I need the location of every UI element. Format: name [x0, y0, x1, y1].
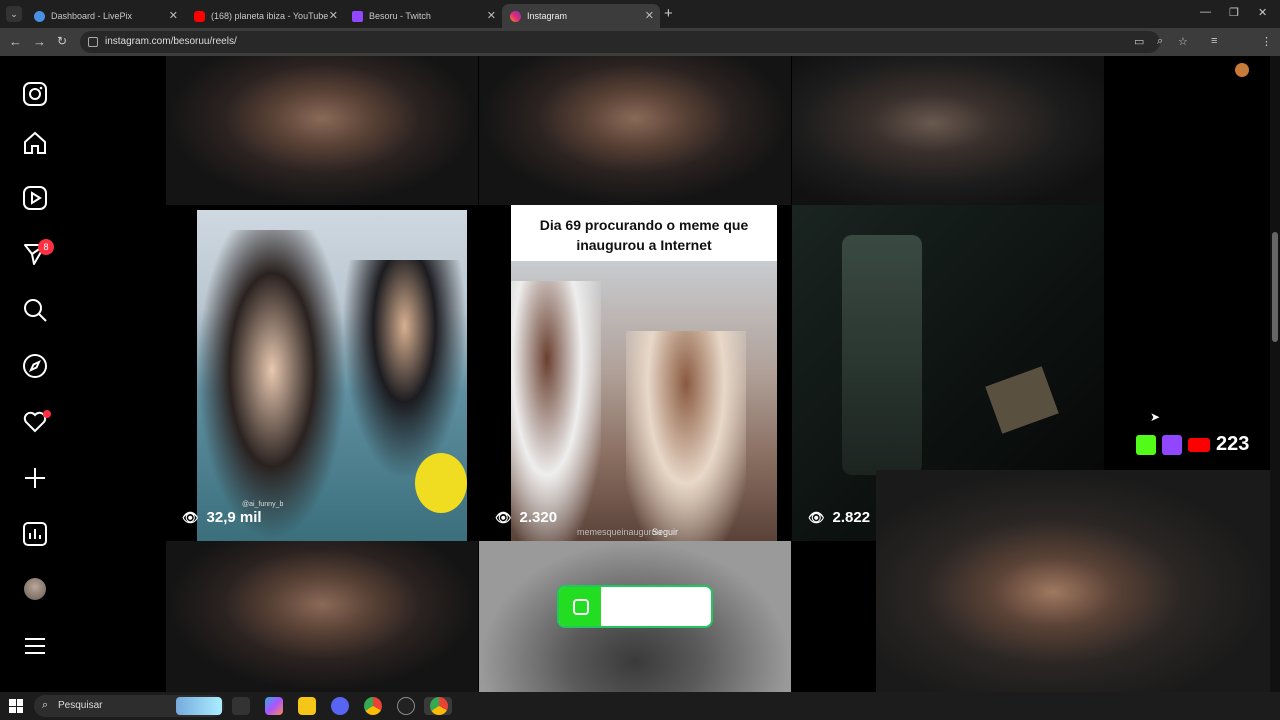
cast-icon[interactable]: ▭: [1134, 35, 1144, 48]
tab-bar: ⌄ Dashboard - LivePix ✕ (168) planeta ib…: [0, 0, 1280, 28]
taskbar: Pesquisar ⌕: [0, 692, 1280, 720]
reel-video-frame: [511, 261, 777, 541]
reel-thumbnail[interactable]: [166, 56, 478, 205]
person-image: [626, 331, 746, 541]
scrollbar[interactable]: [1270, 56, 1280, 692]
meme-caption: Dia 69 procurando o meme que inaugurou a…: [511, 205, 777, 261]
profile-avatar[interactable]: [1235, 63, 1249, 77]
view-count: 👁 32,9 mil: [182, 509, 262, 526]
tab-title: Dashboard - LivePix: [51, 11, 133, 21]
viewer-count-overlay: 223: [1136, 433, 1249, 456]
object-image: [985, 366, 1059, 434]
views-label: 32,9 mil: [206, 509, 262, 526]
reel-account-name[interactable]: memesqueinaugurou: [577, 527, 662, 537]
more-menu-icon[interactable]: [22, 633, 50, 661]
close-icon[interactable]: ✕: [329, 9, 338, 22]
reel-thumbnail[interactable]: @ai_funny_b: [166, 205, 478, 541]
new-tab-button[interactable]: +: [664, 5, 673, 22]
instagram-favicon-icon: [510, 10, 521, 22]
reel-video-frame: [197, 210, 467, 541]
livepix-favicon-icon: [34, 10, 45, 22]
bookmark-star-icon[interactable]: ☆: [1178, 35, 1188, 48]
viewer-count: 223: [1216, 433, 1250, 455]
forward-icon[interactable]: →: [33, 34, 46, 49]
explore-icon[interactable]: [22, 353, 50, 381]
person-image: [197, 230, 347, 541]
url-input[interactable]: instagram.com/besoruu/reels/: [80, 31, 1160, 53]
youtube-favicon-icon: [194, 10, 205, 22]
window-close-button[interactable]: ✕: [1258, 6, 1267, 19]
view-count: 👁 2.320: [495, 509, 557, 526]
tab-twitch[interactable]: Besoru - Twitch ✕: [344, 4, 502, 28]
youtube-icon: [1188, 437, 1210, 452]
tab-title: Besoru - Twitch: [369, 11, 431, 21]
scrollbar-thumb[interactable]: [1272, 232, 1278, 342]
address-bar: ← → ↻ instagram.com/besoruu/reels/ ▭ ⌕ ☆…: [0, 28, 1280, 77]
eye-icon: 👁: [182, 509, 199, 525]
close-icon[interactable]: ✕: [645, 9, 654, 22]
copilot-icon[interactable]: [265, 697, 283, 715]
reel-watermark: @ai_funny_b: [242, 501, 284, 508]
cursor-icon: ➤: [1150, 410, 1161, 424]
tab-youtube[interactable]: (168) planeta ibiza - YouTube ✕: [186, 4, 344, 28]
reading-list-icon[interactable]: ≡: [1211, 35, 1217, 47]
reels-icon[interactable]: [22, 185, 50, 213]
follow-button[interactable]: Seguir: [652, 527, 678, 537]
messages-badge: 8: [38, 239, 54, 255]
restore-button[interactable]: ❐: [1229, 6, 1239, 19]
reload-icon[interactable]: ↻: [57, 34, 67, 48]
discord-icon[interactable]: [331, 697, 349, 715]
tab-title: (168) planeta ibiza - YouTube: [211, 11, 329, 21]
webcam-overlay: [876, 470, 1270, 692]
close-icon[interactable]: ✕: [487, 9, 496, 22]
home-icon[interactable]: [22, 130, 50, 158]
site-info-icon[interactable]: [88, 37, 98, 47]
minimize-button[interactable]: —: [1200, 6, 1211, 18]
alert-icon: [573, 599, 589, 615]
task-view-icon[interactable]: [232, 697, 250, 715]
livepix-alert-widget: [557, 585, 713, 628]
widget-image-icon[interactable]: [176, 697, 222, 715]
back-icon[interactable]: ←: [9, 34, 22, 49]
views-label: 2.822: [832, 509, 871, 526]
create-plus-icon[interactable]: [22, 465, 50, 493]
tab-title: Instagram: [527, 11, 568, 21]
search-icon[interactable]: [22, 297, 50, 325]
eye-icon: 👁: [495, 509, 512, 525]
twitch-favicon-icon: [352, 10, 363, 22]
view-count: 👁 2.822: [808, 509, 870, 526]
person-image: [342, 260, 467, 480]
menu-dots-icon[interactable]: ⋮: [1261, 35, 1272, 48]
reel-thumbnail[interactable]: [479, 56, 791, 205]
views-label: 2.320: [519, 509, 558, 526]
person-image: [511, 281, 601, 541]
search-icon: ⌕: [42, 699, 49, 711]
close-icon[interactable]: ✕: [169, 9, 178, 22]
dashboard-icon[interactable]: [22, 521, 50, 549]
reel-thumbnail[interactable]: [166, 541, 478, 692]
obs-icon[interactable]: [397, 697, 415, 715]
file-explorer-icon[interactable]: [298, 697, 316, 715]
ball-image: [415, 453, 467, 513]
reel-thumbnail[interactable]: [792, 56, 1104, 205]
zoom-icon[interactable]: ⌕: [1157, 35, 1163, 48]
chrome-icon[interactable]: [364, 697, 382, 715]
tab-search-dropdown[interactable]: ⌄: [6, 6, 22, 22]
tab-instagram[interactable]: Instagram ✕: [502, 4, 660, 28]
kick-icon: [1136, 434, 1156, 455]
profile-avatar[interactable]: [24, 578, 46, 600]
chrome-icon[interactable]: [430, 697, 448, 715]
tab-livepix[interactable]: Dashboard - LivePix ✕: [26, 4, 184, 28]
windows-start-icon[interactable]: [9, 699, 23, 713]
twitch-icon: [1162, 434, 1182, 455]
eye-icon: 👁: [808, 509, 825, 525]
instagram-logo-icon[interactable]: [22, 81, 50, 109]
notification-dot: [43, 410, 51, 418]
car-seat-image: [842, 235, 922, 475]
